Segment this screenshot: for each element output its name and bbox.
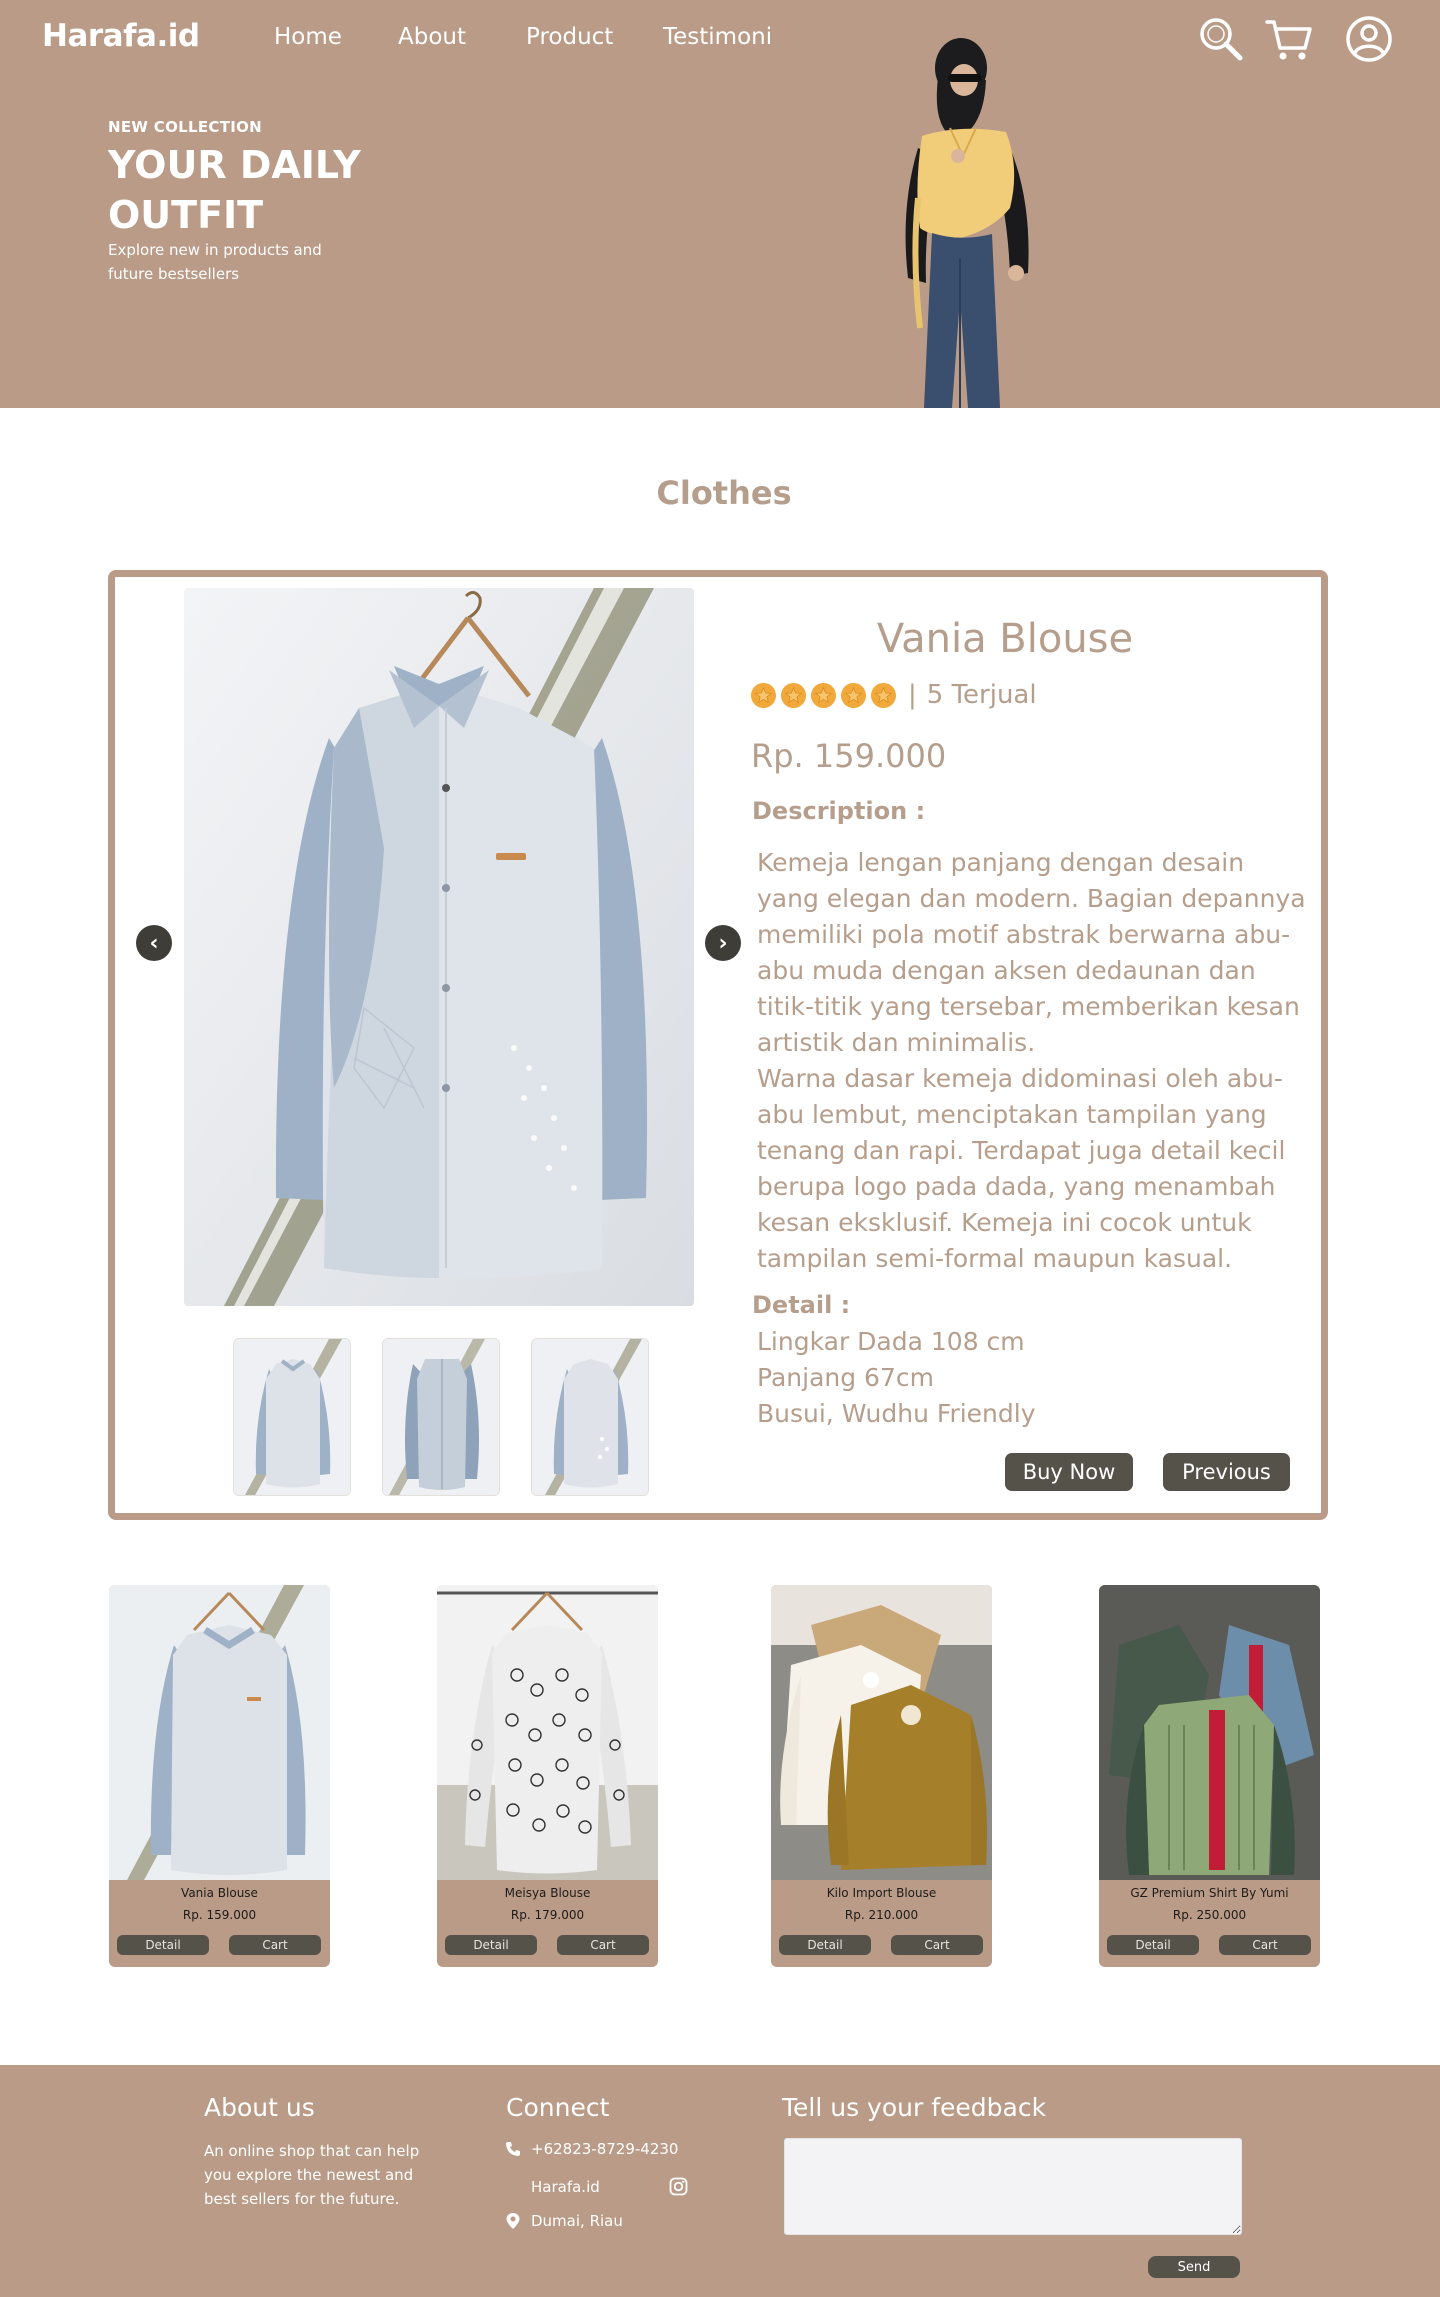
product-card-price: Rp. 210.000 bbox=[844, 1908, 919, 1922]
star-icon bbox=[840, 682, 867, 708]
add-to-cart-button[interactable]: Cart bbox=[891, 1935, 983, 1955]
product-detail-list: Lingkar Dada 108 cm Panjang 67cm Busui, … bbox=[757, 1324, 1036, 1432]
star-icon bbox=[780, 682, 807, 708]
user-icon[interactable] bbox=[1344, 14, 1394, 64]
nav-about[interactable]: About bbox=[398, 24, 466, 50]
description-label: Description : bbox=[752, 797, 926, 825]
footer-connect-title: Connect bbox=[506, 2093, 610, 2122]
product-detail-button[interactable]: Detail bbox=[779, 1935, 871, 1955]
hero-title: YOUR DAILY OUTFIT bbox=[108, 143, 361, 237]
footer-instagram[interactable]: Harafa.id bbox=[531, 2178, 600, 2196]
instagram-icon[interactable] bbox=[669, 2177, 688, 2196]
product-card-price: Rp. 250.000 bbox=[1172, 1908, 1247, 1922]
product-card-price: Rp. 179.000 bbox=[510, 1908, 585, 1922]
star-icon bbox=[750, 682, 777, 708]
product-detail-button[interactable]: Detail bbox=[117, 1935, 209, 1955]
product-thumbnail-2[interactable] bbox=[382, 1338, 500, 1496]
detail-item: Lingkar Dada 108 cm bbox=[757, 1327, 1025, 1356]
section-title: Clothes bbox=[656, 474, 792, 512]
add-to-cart-button[interactable]: Cart bbox=[1219, 1935, 1311, 1955]
footer: About us An online shop that can help yo… bbox=[0, 2065, 1440, 2297]
phone-icon bbox=[506, 2142, 520, 2156]
product-card-image[interactable] bbox=[771, 1585, 992, 1880]
brand-logo[interactable]: Harafa.id bbox=[42, 18, 200, 54]
product-detail-button[interactable]: Detail bbox=[1107, 1935, 1199, 1955]
product-rating: | 5 Terjual bbox=[750, 680, 1037, 710]
product-card-image[interactable] bbox=[109, 1585, 330, 1880]
previous-button[interactable]: Previous bbox=[1163, 1453, 1290, 1491]
footer-phone-number: +62823-8729-4230 bbox=[531, 2140, 679, 2158]
footer-feedback-title: Tell us your feedback bbox=[782, 2093, 1047, 2122]
footer-instagram-handle: Harafa.id bbox=[531, 2178, 600, 2196]
star-icon bbox=[870, 682, 897, 708]
nav-home[interactable]: Home bbox=[274, 24, 342, 50]
hero-text: NEW COLLECTION YOUR DAILY OUTFIT Explore… bbox=[108, 118, 408, 286]
rating-separator: | bbox=[908, 680, 917, 710]
product-card: GZ Premium Shirt By Yumi Rp. 250.000 Det… bbox=[1099, 1585, 1320, 1967]
nav-testimoni[interactable]: Testimoni bbox=[663, 24, 772, 50]
hero-banner: Harafa.id Home About Product Testimoni N… bbox=[0, 0, 1440, 408]
star-rating bbox=[750, 682, 900, 709]
buy-now-button[interactable]: Buy Now bbox=[1005, 1453, 1133, 1491]
detail-item: Busui, Wudhu Friendly bbox=[757, 1399, 1036, 1428]
footer-about-text: An online shop that can help you explore… bbox=[204, 2142, 420, 2208]
send-feedback-button[interactable]: Send bbox=[1148, 2256, 1240, 2278]
add-to-cart-button[interactable]: Cart bbox=[557, 1935, 649, 1955]
carousel-prev-button[interactable]: ‹ bbox=[136, 925, 172, 961]
product-main-image bbox=[184, 588, 694, 1306]
detail-label: Detail : bbox=[752, 1291, 851, 1319]
hero-kicker: NEW COLLECTION bbox=[108, 118, 263, 136]
feedback-textarea[interactable] bbox=[784, 2138, 1242, 2235]
detail-item: Panjang 67cm bbox=[757, 1363, 934, 1392]
star-icon bbox=[810, 682, 837, 708]
product-thumbnail-3[interactable] bbox=[531, 1338, 649, 1496]
hero-model-image bbox=[905, 38, 1029, 408]
hero-subtitle: Explore new in products and future bests… bbox=[108, 241, 322, 283]
cart-icon[interactable] bbox=[1264, 14, 1314, 64]
footer-location[interactable]: Dumai, Riau bbox=[505, 2212, 623, 2230]
carousel-next-button[interactable]: › bbox=[705, 925, 741, 961]
sold-count: 5 Terjual bbox=[926, 680, 1037, 710]
description-paragraph-2: Warna dasar kemeja didominasi oleh abu-a… bbox=[757, 1064, 1286, 1273]
product-price: Rp. 159.000 bbox=[751, 737, 947, 775]
product-thumbnail-1[interactable] bbox=[233, 1338, 351, 1496]
product-card: Vania Blouse Rp. 159.000 Detail Cart bbox=[109, 1585, 330, 1967]
nav-product[interactable]: Product bbox=[526, 24, 613, 50]
product-card-name: GZ Premium Shirt By Yumi bbox=[1130, 1886, 1289, 1900]
product-detail-button[interactable]: Detail bbox=[445, 1935, 537, 1955]
product-description: Kemeja lengan panjang dengan desain yang… bbox=[757, 845, 1312, 1277]
footer-about-title: About us bbox=[204, 2093, 315, 2122]
location-pin-icon bbox=[506, 2213, 520, 2229]
product-card: Meisya Blouse Rp. 179.000 Detail Cart bbox=[437, 1585, 658, 1967]
product-card-price: Rp. 159.000 bbox=[182, 1908, 257, 1922]
product-card-image[interactable] bbox=[1099, 1585, 1320, 1880]
footer-location-text: Dumai, Riau bbox=[531, 2212, 623, 2230]
add-to-cart-button[interactable]: Cart bbox=[229, 1935, 321, 1955]
product-card-name: Vania Blouse bbox=[181, 1886, 258, 1900]
footer-phone[interactable]: +62823-8729-4230 bbox=[505, 2140, 678, 2158]
description-paragraph-1: Kemeja lengan panjang dengan desain yang… bbox=[757, 848, 1306, 1057]
search-icon[interactable] bbox=[1196, 14, 1246, 64]
product-card-name: Kilo Import Blouse bbox=[826, 1886, 937, 1900]
product-name: Vania Blouse bbox=[876, 616, 1134, 662]
product-card-name: Meisya Blouse bbox=[504, 1886, 591, 1900]
product-card: Kilo Import Blouse Rp. 210.000 Detail Ca… bbox=[771, 1585, 992, 1967]
product-card-image[interactable] bbox=[437, 1585, 658, 1880]
